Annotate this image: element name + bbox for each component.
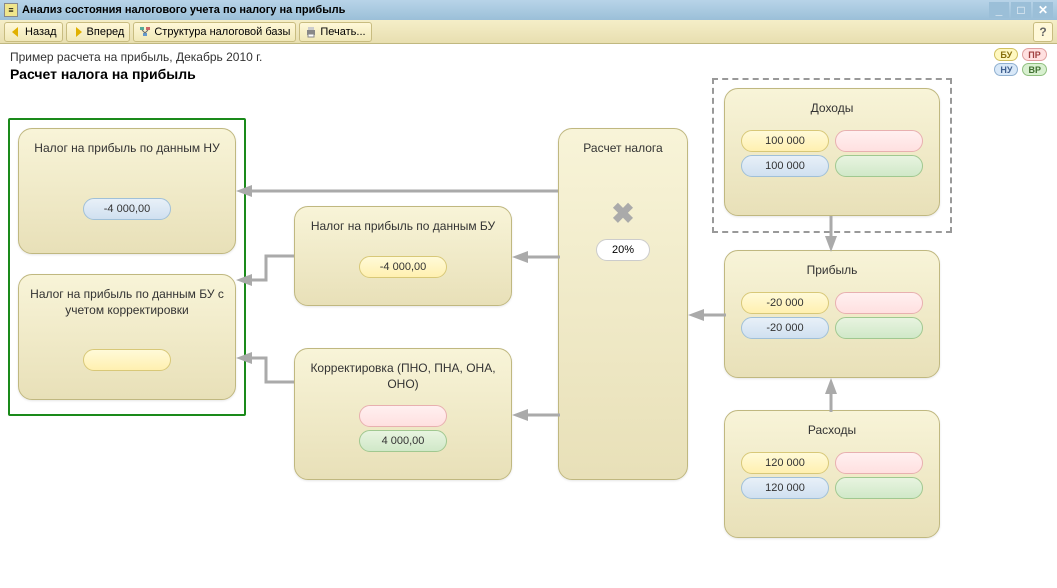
arrow bbox=[512, 250, 560, 264]
minimize-button[interactable]: _ bbox=[989, 2, 1009, 18]
arrow bbox=[236, 248, 296, 288]
node-correction[interactable]: Корректировка (ПНО, ПНА, ОНА, ОНО) 4 000… bbox=[294, 348, 512, 480]
node-tax-bu[interactable]: Налог на прибыль по данным БУ -4 000,00 bbox=[294, 206, 512, 306]
val-bu: 100 000 bbox=[741, 130, 829, 152]
structure-label: Структура налоговой базы bbox=[154, 26, 290, 38]
node-calc[interactable]: Расчет налога ✖ 20% bbox=[558, 128, 688, 480]
val-vr bbox=[835, 155, 923, 177]
report-header: Пример расчета на прибыль, Декабрь 2010 … bbox=[0, 44, 1057, 88]
arrow bbox=[236, 350, 296, 390]
structure-button[interactable]: Структура налоговой базы bbox=[133, 22, 296, 42]
val-vr: 4 000,00 bbox=[359, 430, 447, 452]
node-title: Корректировка (ПНО, ПНА, ОНА, ОНО) bbox=[303, 357, 503, 402]
node-title: Доходы bbox=[733, 97, 931, 127]
val-nu: 100 000 bbox=[741, 155, 829, 177]
legend-nu: НУ bbox=[994, 63, 1018, 76]
arrow bbox=[824, 378, 838, 412]
arrow-right-icon bbox=[72, 26, 84, 38]
val-bu: 120 000 bbox=[741, 452, 829, 474]
node-expense[interactable]: Расходы 120 000 120 000 bbox=[724, 410, 940, 538]
legend-vr: ВР bbox=[1022, 63, 1047, 76]
node-tax-nu[interactable]: Налог на прибыль по данным НУ -4 000,00 bbox=[18, 128, 236, 254]
val-vr bbox=[835, 477, 923, 499]
node-income[interactable]: Доходы 100 000 100 000 bbox=[724, 88, 940, 216]
toolbar: Назад Вперед Структура налоговой базы Пе… bbox=[0, 20, 1057, 44]
back-label: Назад bbox=[25, 26, 57, 38]
app-icon: ≡ bbox=[4, 3, 18, 17]
diagram-canvas: Налог на прибыль по данным НУ -4 000,00 … bbox=[0, 88, 1057, 588]
print-label: Печать... bbox=[320, 26, 365, 38]
val-nu: -4 000,00 bbox=[83, 198, 171, 220]
report-subinfo: Пример расчета на прибыль, Декабрь 2010 … bbox=[10, 50, 1047, 64]
maximize-button[interactable]: □ bbox=[1011, 2, 1031, 18]
val-bu: -4 000,00 bbox=[359, 256, 447, 278]
node-tax-bu-corr[interactable]: Налог на прибыль по данным БУ с учетом к… bbox=[18, 274, 236, 400]
node-profit[interactable]: Прибыль -20 000 -20 000 bbox=[724, 250, 940, 378]
node-title: Налог на прибыль по данным БУ bbox=[303, 215, 503, 245]
title-bar: ≡ Анализ состояния налогового учета по н… bbox=[0, 0, 1057, 20]
val-pr bbox=[359, 405, 447, 427]
val-pr bbox=[835, 292, 923, 314]
val-nu: -20 000 bbox=[741, 317, 829, 339]
arrow-left-icon bbox=[10, 26, 22, 38]
help-button[interactable]: ? bbox=[1033, 22, 1053, 42]
arrow bbox=[512, 408, 560, 422]
val-nu: 120 000 bbox=[741, 477, 829, 499]
legend: БУ ПР НУ ВР bbox=[994, 48, 1047, 76]
node-title: Налог на прибыль по данным НУ bbox=[27, 137, 227, 167]
back-button[interactable]: Назад bbox=[4, 22, 63, 42]
val-bu: -20 000 bbox=[741, 292, 829, 314]
tax-rate: 20% bbox=[596, 239, 650, 261]
node-title: Налог на прибыль по данным БУ с учетом к… bbox=[27, 283, 227, 328]
val-bu bbox=[83, 349, 171, 371]
close-button[interactable]: ✕ bbox=[1033, 2, 1053, 18]
node-title: Прибыль bbox=[733, 259, 931, 289]
forward-button[interactable]: Вперед bbox=[66, 22, 131, 42]
printer-icon bbox=[305, 26, 317, 38]
report-title: Расчет налога на прибыль bbox=[10, 66, 1047, 82]
val-pr bbox=[835, 130, 923, 152]
legend-bu: БУ bbox=[994, 48, 1018, 61]
val-pr bbox=[835, 452, 923, 474]
legend-pr: ПР bbox=[1022, 48, 1046, 61]
node-title: Расходы bbox=[733, 419, 931, 449]
val-vr bbox=[835, 317, 923, 339]
window-title: Анализ состояния налогового учета по нал… bbox=[22, 4, 989, 16]
print-button[interactable]: Печать... bbox=[299, 22, 371, 42]
node-title: Расчет налога bbox=[567, 137, 679, 167]
tree-icon bbox=[139, 26, 151, 38]
forward-label: Вперед bbox=[87, 26, 125, 38]
arrow bbox=[236, 184, 558, 198]
multiply-icon: ✖ bbox=[567, 197, 679, 230]
arrow bbox=[824, 216, 838, 252]
arrow bbox=[688, 308, 726, 322]
